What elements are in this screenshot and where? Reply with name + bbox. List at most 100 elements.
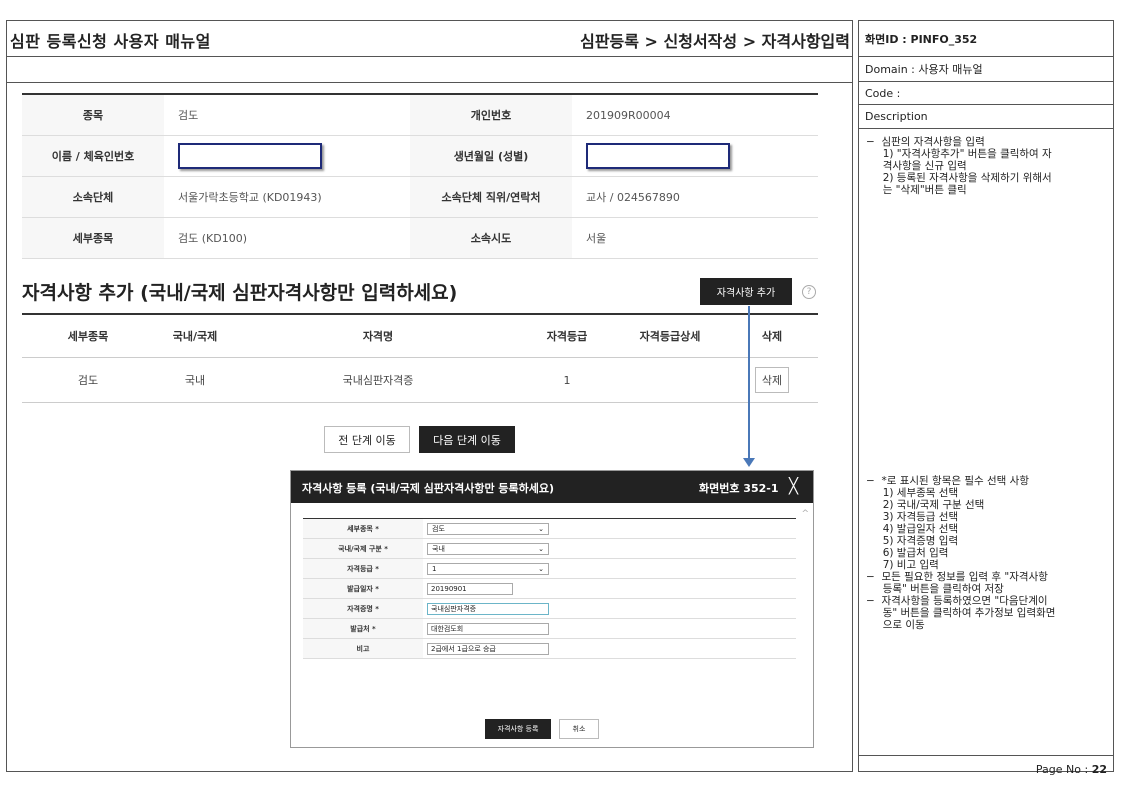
side-panel-frame [858,20,1114,772]
info-row: 종목 검도 개인번호 201909R00004 [22,93,818,136]
page-label: Page No : [1035,763,1092,776]
event-select-value: 검도 [432,524,445,533]
close-icon[interactable]: ╳ [789,477,798,495]
value-org-position: 교사 / 024567890 [572,176,818,218]
description-top: − 심판의 자격사항을 입력 1) "자격사항추가" 버튼을 클릭하여 자 격사… [866,136,1106,196]
form-row: 자격등급 * 1 ⌄ [303,558,796,579]
label-sub-event: 세부종목 [22,217,164,259]
field-value-cell: 20190901 [423,578,796,599]
field-value-cell: 1 ⌄ [423,558,796,579]
description-row: Description [859,105,1113,129]
desc-line: 3) 자격등급 선택 [866,511,959,523]
masked-name-box [178,143,322,169]
cell-event: 검도 [22,357,154,403]
qualification-register-modal: 자격사항 등록 (국내/국제 심판자격사항만 등록하세요) 화면번호 352-1… [290,470,814,748]
value-event: 검도 [164,93,410,136]
page-value: 22 [1091,763,1107,776]
desc-line: 5) 자격증명 입력 [866,535,959,547]
cancel-button[interactable]: 취소 [559,719,599,739]
cell-scope: 국내 [154,357,236,403]
chevron-down-icon: ⌄ [538,544,544,553]
issuer-input[interactable]: 대한검도회 [427,622,549,635]
code-text: Code : [865,86,901,100]
desc-line: 2) 국내/국제 구분 선택 [866,499,985,511]
label-name: 이름 / 체육인번호 [22,135,164,177]
value-birthdate [572,135,818,177]
field-label: 자격증명 * [303,598,423,619]
label-personal-no: 개인번호 [410,93,572,136]
issue-date-input[interactable]: 20190901 [427,582,513,595]
modal-form: 세부종목 * 검도 ⌄ 국내/국제 구분 * 국내 ⌄ 자격등급 * 1 ⌄ 발급일자… [303,518,796,659]
desc-line: − 모든 필요한 정보를 입력 후 "자격사항 [866,571,1048,583]
desc-line: 동" 버튼을 클릭하여 추가정보 입력화면 [866,607,1056,619]
header-divider-2 [6,82,853,83]
page-number: Page No : 22 [1036,763,1107,776]
label-region: 소속시도 [410,217,572,259]
field-label: 발급일자 * [303,578,423,599]
label-event: 종목 [22,93,164,136]
breadcrumb: 심판등록 > 신청서작성 > 자격사항입력 [580,32,850,51]
desc-line: − 심판의 자격사항을 입력 [866,136,985,148]
modal-screen-no: 화면번호 352-1 [699,482,779,495]
add-qualification-button[interactable]: 자격사항 추가 [700,278,792,305]
field-value-cell: 대한검도회 [423,618,796,639]
cell-detail [614,357,726,403]
col-header: 자격명 [236,313,520,358]
domain-row: Domain : 사용자 매뉴얼 [859,57,1113,82]
table-row: 검도 국내 국내심판자격증 1 삭제 [22,357,818,403]
prev-step-button[interactable]: 전 단계 이동 [324,426,410,453]
scroll-up-icon[interactable]: ^ [801,509,809,519]
screen-id-row: 화면ID : PINFO_352 [859,21,1113,57]
delete-button[interactable]: 삭제 [754,367,790,393]
desc-line: 6) 발급처 입력 [866,547,949,559]
form-row: 세부종목 * 검도 ⌄ [303,518,796,539]
desc-line: − *로 표시된 항목은 필수 선택 사항 [866,475,1029,487]
description-label: Description [865,110,928,123]
grade-select[interactable]: 1 ⌄ [427,562,549,575]
note-input[interactable]: 2급에서 1급으로 승급 [427,642,549,655]
help-icon[interactable]: ? [802,285,816,299]
col-header: 국내/국제 [154,313,236,358]
info-row: 소속단체 서울가락초등학교 (KD01943) 소속단체 직위/연락처 교사 /… [22,176,818,218]
field-value-cell: 국내심판자격증 [423,598,796,619]
label-birthdate: 생년월일 (성별) [410,135,572,177]
next-step-button[interactable]: 다음 단계 이동 [419,426,515,453]
label-org-position: 소속단체 직위/연락처 [410,176,572,218]
info-row: 세부종목 검도 (KD100) 소속시도 서울 [22,217,818,259]
scope-select[interactable]: 국내 ⌄ [427,542,549,555]
col-header: 세부종목 [22,313,154,358]
value-personal-no: 201909R00004 [572,93,818,136]
callout-arrow-line [748,306,750,461]
label-org: 소속단체 [22,176,164,218]
field-label: 자격등급 * [303,558,423,579]
cert-name-input[interactable]: 국내심판자격증 [427,602,549,615]
desc-line: 는 "삭제"버튼 클릭 [866,184,967,196]
form-row: 국내/국제 구분 * 국내 ⌄ [303,538,796,559]
desc-line: 으로 이동 [866,619,925,631]
field-label: 세부종목 * [303,518,423,539]
desc-line: 1) 세부종목 선택 [866,487,959,499]
desc-line: 격사항을 신규 입력 [866,160,967,172]
chevron-down-icon: ⌄ [538,524,544,533]
form-row: 발급처 * 대한검도회 [303,618,796,639]
field-label: 비고 [303,638,423,659]
cell-delete: 삭제 [726,357,818,403]
col-header: 자격등급 [520,313,614,358]
masked-birthdate-box [586,143,730,169]
modal-header: 자격사항 등록 (국내/국제 심판자격사항만 등록하세요) 화면번호 352-1… [291,471,813,503]
desc-line: 등록" 버튼을 클릭하여 저장 [866,583,1004,595]
desc-line: 7) 비고 입력 [866,559,939,571]
event-select[interactable]: 검도 ⌄ [427,522,549,535]
register-qualification-button[interactable]: 자격사항 등록 [485,719,551,739]
document-title: 심판 등록신청 사용자 매뉴얼 [10,32,211,51]
applicant-info-table: 종목 검도 개인번호 201909R00004 이름 / 체육인번호 생년월일 … [22,93,818,259]
form-row: 자격증명 * 국내심판자격증 [303,598,796,619]
form-row: 비고 2급에서 1급으로 승급 [303,638,796,659]
qualification-table: 세부종목 국내/국제 자격명 자격등급 자격등급상세 삭제 검도 국내 국내심판… [22,313,818,403]
desc-line: 4) 발급일자 선택 [866,523,959,535]
desc-line: 1) "자격사항추가" 버튼을 클릭하여 자 [866,148,1052,160]
form-row: 발급일자 * 20190901 [303,578,796,599]
domain-text: Domain : 사용자 매뉴얼 [865,63,983,76]
field-label: 발급처 * [303,618,423,639]
description-bottom: − *로 표시된 항목은 필수 선택 사항 1) 세부종목 선택 2) 국내/국… [866,475,1106,631]
